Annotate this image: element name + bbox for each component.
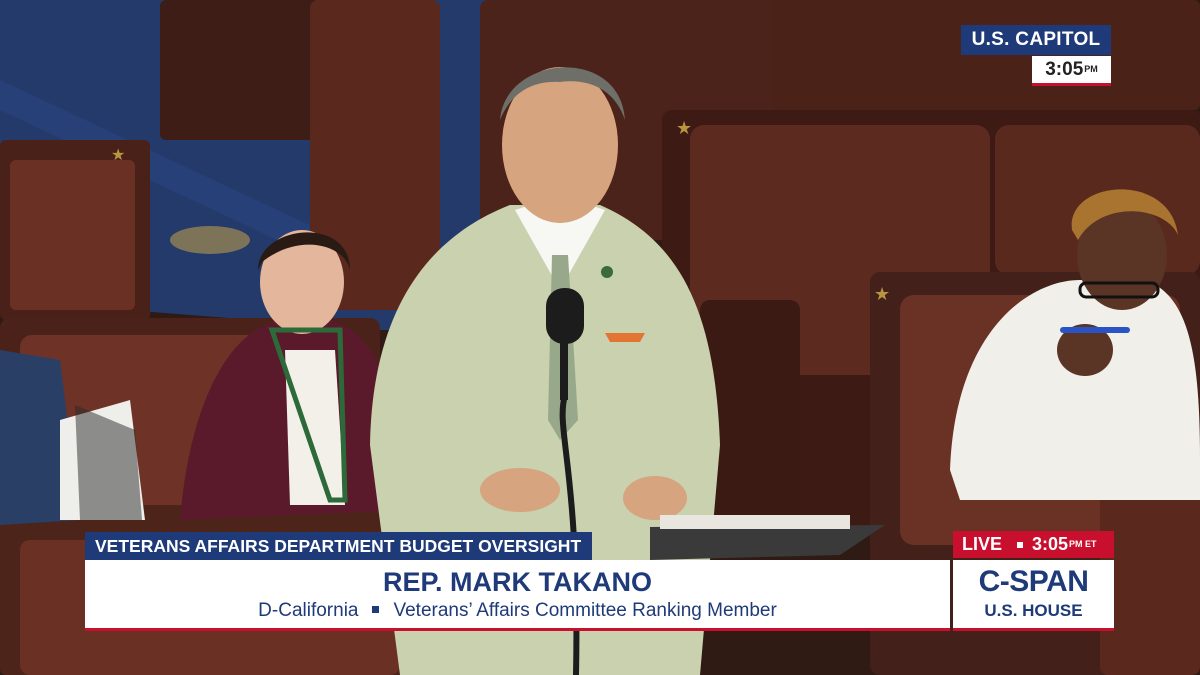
svg-text:★: ★	[874, 284, 890, 305]
separator-square-icon	[372, 605, 380, 613]
speaker-details: D-California Veterans’ Affairs Committee …	[85, 600, 950, 622]
network-logo-box: C-SPAN U.S. HOUSE	[953, 560, 1114, 631]
live-time: 3:05	[1032, 534, 1069, 554]
badge-time: 3:05	[1045, 59, 1084, 80]
live-clock: 3:05PM ET	[1032, 531, 1097, 558]
topic-banner: VETERANS AFFAIRS DEPARTMENT BUDGET OVERS…	[85, 532, 593, 560]
speaker-panel: REP. MARK TAKANO D-California Veterans’ A…	[85, 560, 950, 631]
network-channel: U.S. HOUSE	[984, 601, 1083, 620]
live-dot-icon	[1017, 542, 1023, 548]
live-time-suffix: PM ET	[1069, 539, 1097, 549]
badge-time-suffix: PM	[1084, 64, 1098, 74]
live-indicator: LIVE 3:05PM ET	[953, 531, 1114, 558]
svg-text:★: ★	[676, 118, 692, 139]
speaker-role: Veterans’ Affairs Committee Ranking Memb…	[393, 600, 777, 621]
cspan-logo: C-SPAN	[978, 565, 1089, 598]
svg-text:★: ★	[111, 145, 125, 164]
location-label: U.S. CAPITOL	[961, 25, 1111, 55]
location-time-badge: U.S. CAPITOL 3:05PM	[961, 25, 1111, 86]
badge-clock: 3:05PM	[1032, 56, 1111, 86]
party-state: D-California	[258, 600, 359, 621]
live-label: LIVE	[962, 534, 1003, 554]
speaker-name: REP. MARK TAKANO	[382, 567, 652, 597]
